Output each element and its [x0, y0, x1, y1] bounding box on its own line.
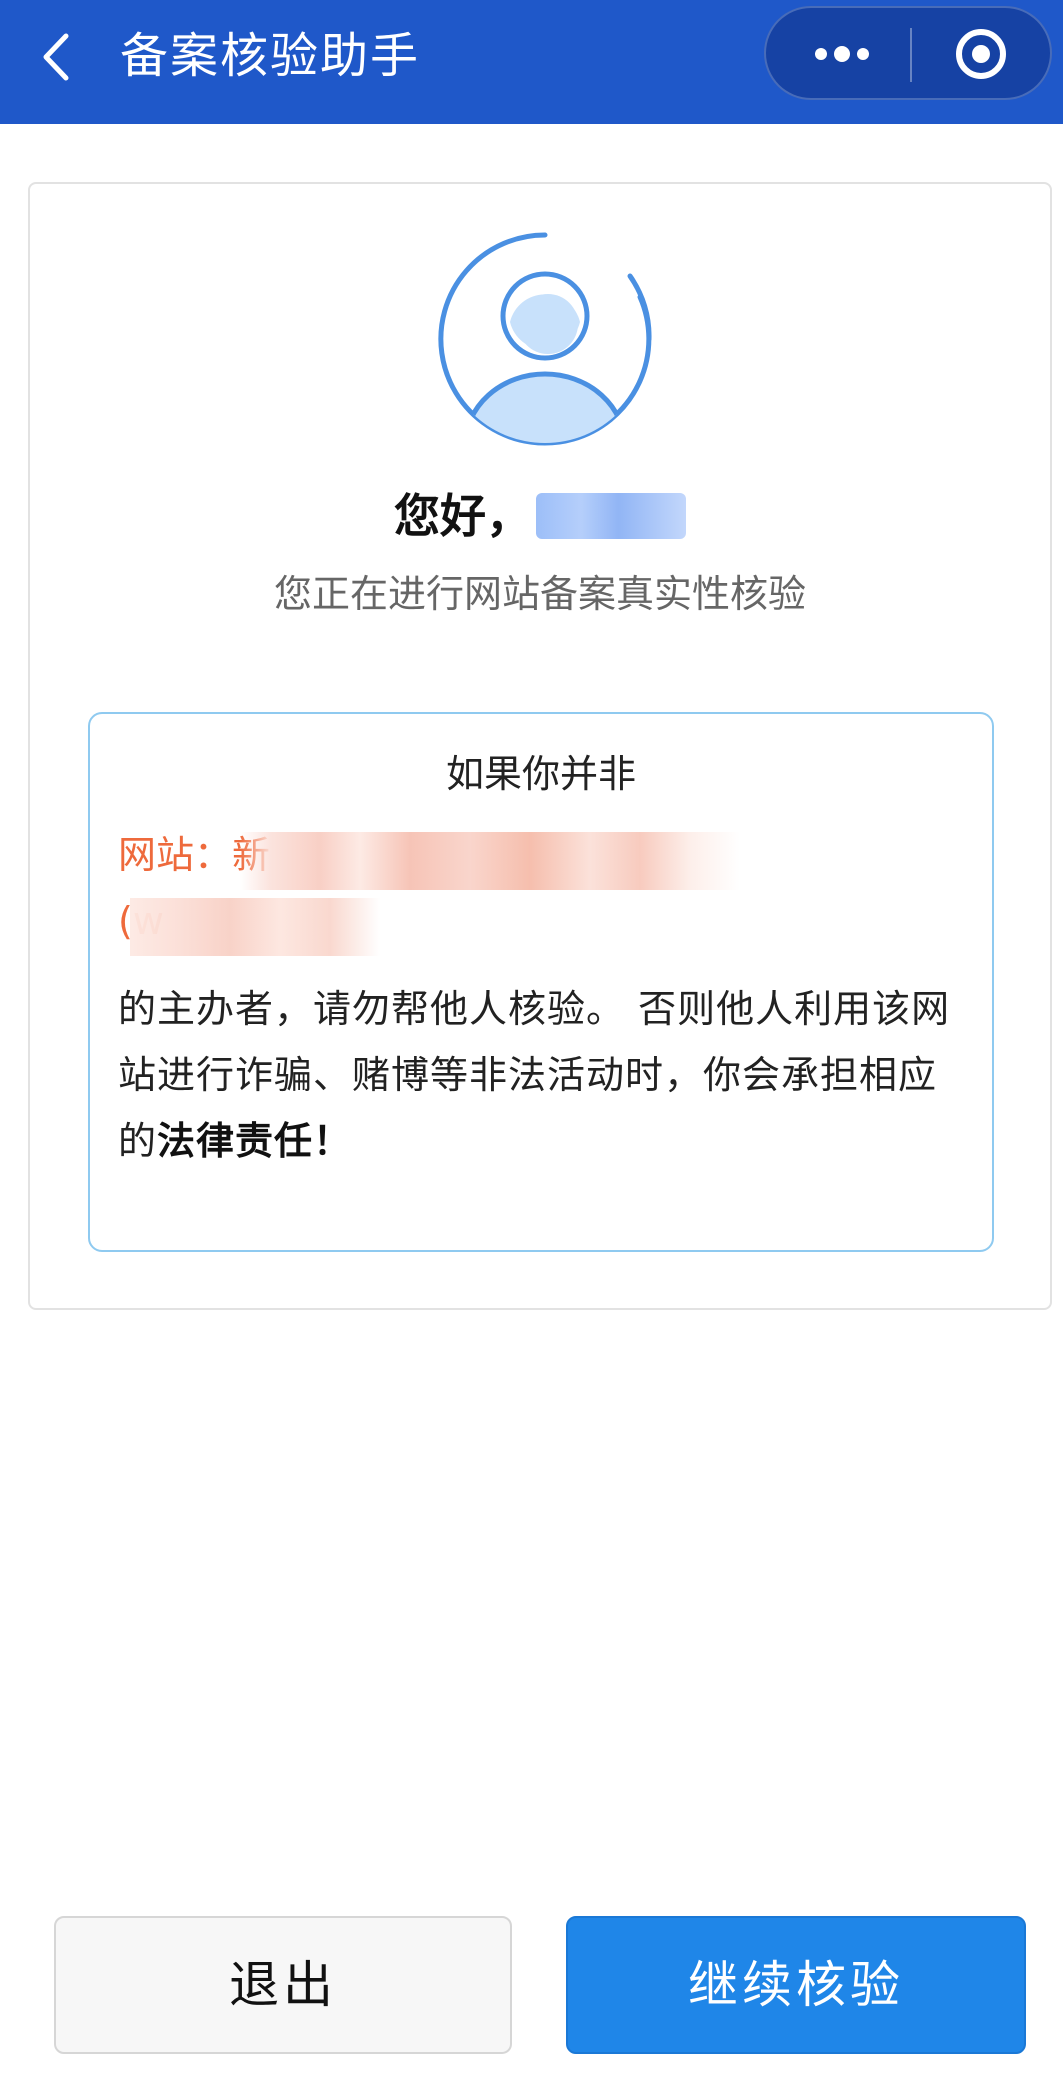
page-title: 备案核验助手 — [120, 28, 421, 84]
chevron-left-icon — [43, 33, 69, 81]
avatar — [430, 224, 660, 454]
greeting: 您好， — [30, 484, 1050, 548]
nav-bar: 备案核验助手 — [0, 0, 1063, 124]
close-button[interactable] — [926, 20, 1036, 88]
mini-program-capsule — [764, 6, 1052, 100]
user-avatar-icon — [438, 232, 652, 446]
exit-button[interactable]: 退出 — [54, 1916, 512, 2054]
subtitle: 您正在进行网站备案真实性核验 — [273, 572, 806, 616]
warning-title: 如果你并非 — [445, 752, 636, 796]
verification-card: 您好， 您正在进行网站备案真实性核验 如果你并非 网站：新 (w 的主办者，请勿… — [28, 182, 1052, 1310]
more-button[interactable] — [786, 20, 896, 88]
warning-box: 如果你并非 网站：新 (w 的主办者，请勿帮他人核验。 否则他人利用该网站进行诈… — [88, 712, 994, 1252]
continue-verify-button[interactable]: 继续核验 — [566, 1916, 1026, 2054]
masked-name — [536, 492, 686, 539]
site-domain-mosaic — [130, 898, 380, 956]
site-name-mosaic — [240, 832, 740, 890]
more-dots-icon — [815, 46, 869, 62]
target-circle-icon — [956, 29, 1006, 79]
warning-body: 的主办者，请勿帮他人核验。 否则他人利用该网站进行诈骗、赌博等非法活动时，你会承… — [118, 976, 968, 1174]
capsule-divider — [910, 28, 912, 82]
warning-emphasis: 法律责任！ — [157, 1119, 353, 1163]
page: 备案核验助手 您好， 您正在进行网站备案真实性核验 如果你并非 网站：新 的主办… — [0, 0, 1063, 2073]
back-button[interactable] — [30, 22, 90, 92]
greeting-text: 您好， — [394, 489, 532, 543]
